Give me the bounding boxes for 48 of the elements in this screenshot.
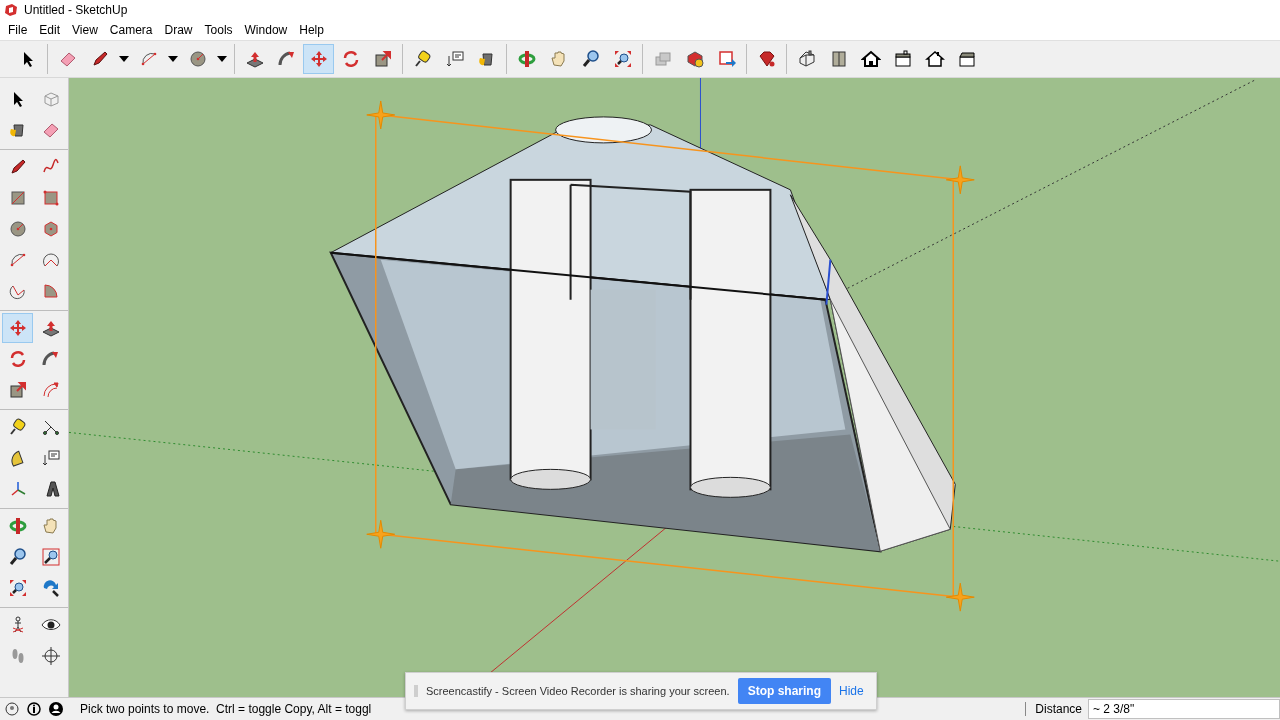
window-title: Untitled - SketchUp [24,3,128,17]
notification-text: Screencastify - Screen Video Recorder is sharing your screen. [426,685,730,697]
circle-icon [7,219,28,239]
menu-item[interactable]: Tools [198,23,239,37]
scale-icon [372,49,393,69]
menu-item[interactable]: Camera [103,23,159,37]
stop-sharing-button[interactable]: Stop sharing [737,678,831,704]
menu-item[interactable]: File [2,23,34,37]
offset-icon [40,380,61,400]
orbit-icon [516,49,537,69]
scale-icon [7,380,28,400]
house-icon [892,49,913,69]
text-label-icon [444,49,465,69]
tape-measure-icon [7,417,28,437]
orbit-icon [7,516,28,536]
menu-item[interactable]: Draw [158,23,199,37]
menu-item[interactable]: Window [238,23,294,37]
stacked-boxes-icon [652,49,673,69]
crosshair-icon [40,646,61,666]
zoom-icon [580,49,601,69]
measurement-label: Distance [1025,702,1082,716]
hide-link[interactable]: Hide [839,684,864,698]
menu-item[interactable]: View [66,23,104,37]
text-label-icon [40,448,61,468]
zoom-icon [7,547,28,567]
geo-location-icon[interactable] [4,701,20,717]
zoom-extents-icon [612,49,633,69]
circle-icon [187,49,208,69]
house-icon [956,49,977,69]
zoom-extents-icon [7,578,28,598]
components-icon [684,49,705,69]
tape-measure-icon [412,49,433,69]
info-icon[interactable] [26,701,42,717]
menu-item[interactable]: Edit [33,23,67,37]
house-icon [860,49,881,69]
status-hint: Pick two points to move. Ctrl = toggle Copy, Alt = toggl [80,702,372,716]
house-icon [796,49,817,69]
caret-icon [119,56,129,62]
measurement-field[interactable]: ~ 2 3/8" [1088,699,1280,719]
upload-icon [716,49,737,69]
caret-icon [217,56,227,62]
app-logo-icon [4,3,18,17]
zoom-window-icon [40,547,61,567]
caret-icon [168,56,178,62]
menu-item[interactable]: Help [293,23,330,37]
house-icon [924,49,945,69]
user-icon[interactable] [48,701,64,717]
grip-icon [414,685,418,697]
